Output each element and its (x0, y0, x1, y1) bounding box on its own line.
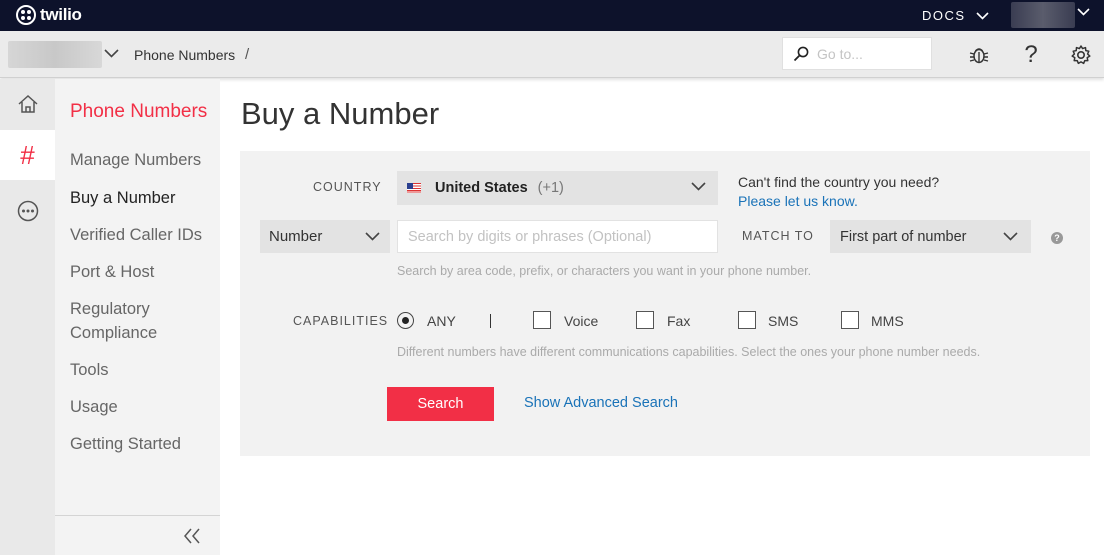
chevron-down-icon[interactable] (104, 49, 119, 58)
twilio-logo[interactable]: twilio (16, 5, 82, 25)
chevron-down-icon (1003, 232, 1018, 241)
help-icon[interactable]: ? (1019, 41, 1043, 68)
mms-checkbox[interactable] (841, 311, 859, 329)
collapse-icon[interactable] (183, 528, 201, 544)
sidenav-item-verified-caller-ids[interactable]: Verified Caller IDs (70, 223, 202, 247)
advanced-search-link[interactable]: Show Advanced Search (524, 395, 678, 411)
chevron-down-icon (365, 232, 380, 241)
any-label: ANY (427, 313, 456, 329)
account-menu[interactable] (1011, 2, 1075, 28)
account-chevron-down-icon[interactable] (1077, 8, 1090, 16)
sidenav-item-usage[interactable]: Usage (70, 395, 118, 419)
search-type-select[interactable]: Number (260, 220, 390, 253)
sidenav-item-manage-numbers[interactable]: Manage Numbers (70, 148, 201, 172)
let-us-know-link[interactable]: Please let us know. (738, 192, 939, 211)
logo-text: twilio (40, 5, 82, 24)
page-title: Buy a Number (241, 96, 440, 131)
rail-more[interactable] (0, 186, 55, 236)
capabilities-hint: Different numbers have different communi… (397, 345, 981, 359)
question-icon[interactable]: ? (1051, 232, 1063, 244)
country-code: (+1) (537, 180, 564, 196)
match-to-label: MATCH TO (742, 229, 814, 243)
gear-icon[interactable] (1069, 43, 1093, 67)
sidenav-item-tools[interactable]: Tools (70, 358, 109, 382)
sidenav-item-buy-a-number[interactable]: Buy a Number (70, 186, 175, 210)
left-rail: # (0, 79, 55, 555)
goto-input[interactable] (817, 45, 927, 62)
sidenav-title[interactable]: Phone Numbers (70, 101, 207, 123)
sidenav-footer (55, 515, 220, 555)
sms-label: SMS (768, 313, 799, 329)
sidenav-item-port-host[interactable]: Port & Host (70, 260, 154, 284)
mms-label: MMS (871, 313, 904, 329)
breadcrumb[interactable]: Phone Numbers (134, 47, 235, 63)
country-label: COUNTRY (313, 180, 382, 194)
sms-checkbox[interactable] (738, 311, 756, 329)
twilio-logo-icon (16, 5, 36, 25)
sub-header: Phone Numbers / ? (0, 31, 1104, 78)
country-select[interactable]: United States (+1) (397, 171, 718, 205)
sidenav-item-regulatory[interactable]: Regulatory (70, 297, 150, 321)
voice-label: Voice (564, 313, 599, 329)
project-selector[interactable] (8, 41, 102, 68)
more-icon (17, 200, 38, 222)
chevron-down-icon (975, 11, 989, 20)
fax-checkbox[interactable] (636, 311, 654, 329)
sidenav-item-compliance[interactable]: Compliance (70, 321, 157, 345)
capabilities-divider (490, 314, 491, 328)
docs-label: DOCS (922, 8, 966, 23)
number-search-field[interactable] (397, 220, 718, 253)
search-hint: Search by area code, prefix, or characte… (397, 264, 812, 278)
any-radio[interactable] (397, 312, 414, 329)
match-to-select[interactable]: First part of number (830, 220, 1031, 253)
search-button[interactable]: Search (387, 387, 494, 421)
goto-search[interactable] (782, 37, 932, 70)
capabilities-label: CAPABILITIES (293, 314, 389, 328)
hash-icon: # (20, 139, 35, 170)
us-flag-icon (407, 183, 421, 193)
home-icon (18, 94, 37, 113)
rail-home[interactable] (0, 79, 55, 129)
chevron-down-icon (691, 182, 706, 191)
country-name: United States (435, 180, 528, 196)
fax-label: Fax (667, 313, 691, 329)
country-help-question: Can't find the country you need? (738, 174, 940, 190)
search-type-value: Number (269, 228, 323, 245)
number-search-input[interactable] (398, 221, 717, 252)
sidenav-item-getting-started[interactable]: Getting Started (70, 432, 181, 456)
search-icon (793, 46, 809, 61)
voice-checkbox[interactable] (533, 311, 551, 329)
docs-menu[interactable]: DOCS (922, 8, 989, 23)
top-bar: twilio DOCS (0, 0, 1104, 31)
side-nav: Phone Numbers Manage Numbers Buy a Numbe… (55, 79, 220, 555)
bug-icon[interactable] (967, 43, 991, 67)
country-help: Can't find the country you need? Please … (738, 173, 939, 211)
search-panel: COUNTRY United States (+1) Can't find th… (240, 151, 1090, 456)
breadcrumb-separator: / (245, 46, 250, 63)
rail-phone-numbers[interactable]: # (0, 130, 55, 180)
match-to-value: First part of number (840, 228, 967, 245)
